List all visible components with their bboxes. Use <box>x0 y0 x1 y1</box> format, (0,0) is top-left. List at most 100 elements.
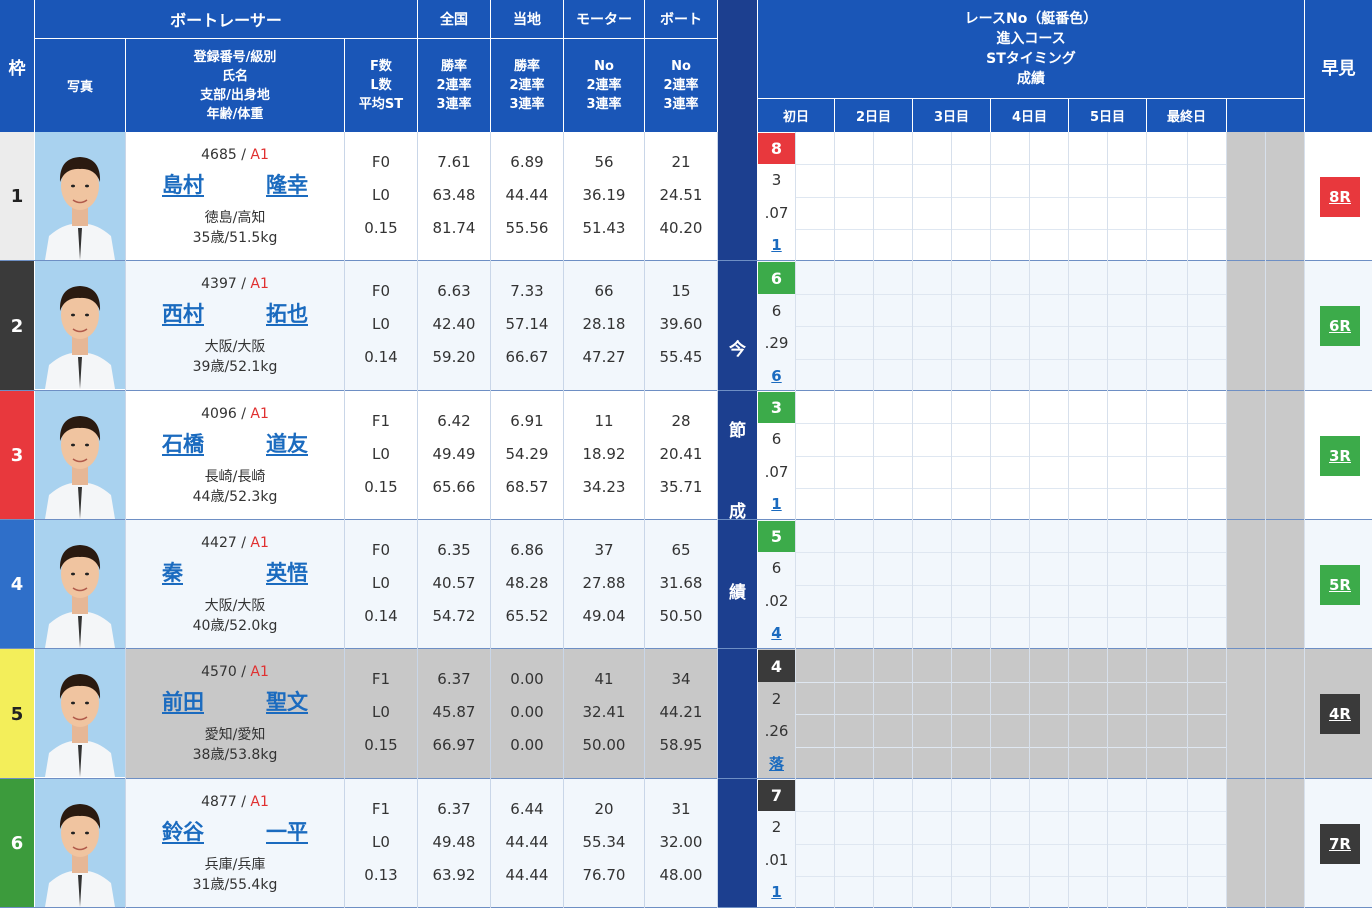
grid-subline <box>795 488 1227 489</box>
results-extra-bg <box>1227 649 1305 779</box>
grid-divider <box>1146 132 1147 908</box>
grid-divider <box>1304 132 1305 908</box>
race-result-link[interactable]: 1 <box>758 488 795 520</box>
grid-subline <box>795 359 1227 360</box>
racer-photo[interactable] <box>35 649 125 779</box>
touchi-stat-value: 44.44 <box>505 186 549 204</box>
grid-subline <box>795 197 1227 198</box>
hayami-race-link[interactable]: 7R <box>1320 824 1360 864</box>
race-result-link[interactable]: 4 <box>758 617 795 649</box>
race-course: 2 <box>758 682 795 715</box>
racer-photo[interactable] <box>35 132 125 261</box>
grid-divider <box>990 132 991 908</box>
racer-photo[interactable] <box>35 779 125 908</box>
racer-age-weight: 39歳/52.1kg <box>192 359 278 375</box>
boat-stat: 65 <box>645 534 717 566</box>
profile-header: 登録番号/級別 氏名 支部/出身地 年齢/体重 <box>126 39 344 132</box>
reg-line: 4877 / A1 <box>201 794 269 810</box>
fl-stat: L0 <box>345 567 417 599</box>
zenkoku-stat: 65.66 <box>418 471 490 503</box>
race-timing-value: .07 <box>764 204 789 222</box>
race-result-link[interactable]: 落 <box>758 747 795 780</box>
hayami-race-link[interactable]: 8R <box>1320 177 1360 217</box>
zenkoku-stat-value: 63.92 <box>432 866 476 884</box>
konsetsu-column: 今 節 成 績 <box>718 0 757 908</box>
fl-stat-value: F0 <box>371 153 391 171</box>
racer-name-link[interactable]: 西村 拓也 <box>162 298 308 328</box>
motor-stat: 47.27 <box>564 341 644 373</box>
race-info-line: 成績 <box>1016 71 1045 87</box>
boat-stat: 58.95 <box>645 729 717 761</box>
grid-subline <box>795 326 1227 327</box>
touchi-stat-value: 68.57 <box>505 478 549 496</box>
boat-stat: 48.00 <box>645 859 717 891</box>
hayami-race-link[interactable]: 6R <box>1320 306 1360 346</box>
results-extra-bg <box>1227 391 1305 520</box>
hayami-race-link[interactable]: 5R <box>1320 565 1360 605</box>
race-course-value: 2 <box>771 689 782 708</box>
racer-name-link[interactable]: 島村 隆幸 <box>162 169 308 199</box>
fl-header: F数 L数 平均ST <box>345 39 417 132</box>
zenkoku-stat: 63.92 <box>418 859 490 891</box>
fl-stat-value: 0.15 <box>364 219 398 237</box>
race-result-link[interactable]: 6 <box>758 359 795 392</box>
photo-header: 写真 <box>35 39 125 132</box>
racer-photo[interactable] <box>35 391 125 520</box>
racer-photo[interactable] <box>35 520 125 649</box>
fl-stat: F0 <box>345 146 417 178</box>
reg-number: 4427 / <box>201 534 246 551</box>
motor-stat: 11 <box>564 405 644 437</box>
motor-stat: 20 <box>564 793 644 825</box>
zenkoku-stat: 63.48 <box>418 179 490 211</box>
race-course-value: 6 <box>771 559 782 577</box>
motor-stat: 55.34 <box>564 826 644 858</box>
fl-stat-value: 0.15 <box>364 736 398 754</box>
sub-line: 3連率 <box>509 97 545 112</box>
zenkoku-stat-value: 6.37 <box>437 670 471 688</box>
hayami-race-link[interactable]: 3R <box>1320 436 1360 476</box>
racer-given-name: 拓也 <box>266 302 308 326</box>
racer-surname: 島村 <box>162 172 204 197</box>
racer-name-link[interactable]: 石橋 道友 <box>162 428 308 458</box>
racer-age-weight: 35歳/51.5kg <box>192 229 278 246</box>
fl-stat-value: F0 <box>371 282 391 300</box>
fl-stat-value: L0 <box>372 703 390 721</box>
race-result-link[interactable]: 1 <box>758 876 795 908</box>
zenkoku-stat-value: 45.87 <box>432 703 476 721</box>
zenkoku-label: 全国 <box>440 12 468 28</box>
fl-stat-value: L0 <box>372 445 390 463</box>
hayami-label: 早見 <box>1321 58 1356 79</box>
touchi-stat-value: 44.44 <box>505 866 549 884</box>
profile-line: 登録番号/級別 <box>193 49 277 65</box>
zenkoku-stat-value: 40.57 <box>432 574 476 592</box>
konsetsu-char: 績 <box>729 583 746 603</box>
hayami-header: 早見 <box>1305 0 1372 132</box>
racer-photo[interactable] <box>35 261 125 391</box>
racer-name-link[interactable]: 鈴谷 一平 <box>162 816 308 846</box>
motor-stat: 49.04 <box>564 600 644 632</box>
racer-profile: 4096 / A1 石橋 道友 長崎/長崎 44歳/52.3kg <box>126 391 344 520</box>
racer-name-link[interactable]: 秦 英悟 <box>162 557 308 587</box>
col-divider <box>644 132 645 908</box>
hayami-race-label: 6R <box>1329 317 1351 335</box>
boat-stat: 24.51 <box>645 179 717 211</box>
race-result-value: 4 <box>771 624 782 642</box>
grid-divider <box>1187 132 1188 908</box>
race-result-link[interactable]: 1 <box>758 229 795 261</box>
profile-line: 支部/出身地 <box>200 87 270 103</box>
lane-number: 6 <box>0 779 34 908</box>
reg-number: 4570 / <box>201 664 246 680</box>
boat-stat: 34 <box>645 663 717 695</box>
racer-name-link[interactable]: 前田 聖文 <box>162 686 308 716</box>
zenkoku-stat: 6.63 <box>418 275 490 307</box>
hayami-race-link[interactable]: 4R <box>1320 694 1360 734</box>
touchi-stat-value: 66.67 <box>505 348 549 366</box>
zenkoku-stat-value: 6.37 <box>437 800 471 818</box>
results-extra-bg <box>1227 132 1305 261</box>
fl-stat: F0 <box>345 534 417 566</box>
touchi-stat: 44.44 <box>491 859 563 891</box>
racer-branch: 長崎/長崎 <box>204 468 266 485</box>
touchi-header: 当地 <box>491 0 563 38</box>
lane-number: 1 <box>0 132 34 261</box>
racer-given-name: 聖文 <box>266 690 308 714</box>
